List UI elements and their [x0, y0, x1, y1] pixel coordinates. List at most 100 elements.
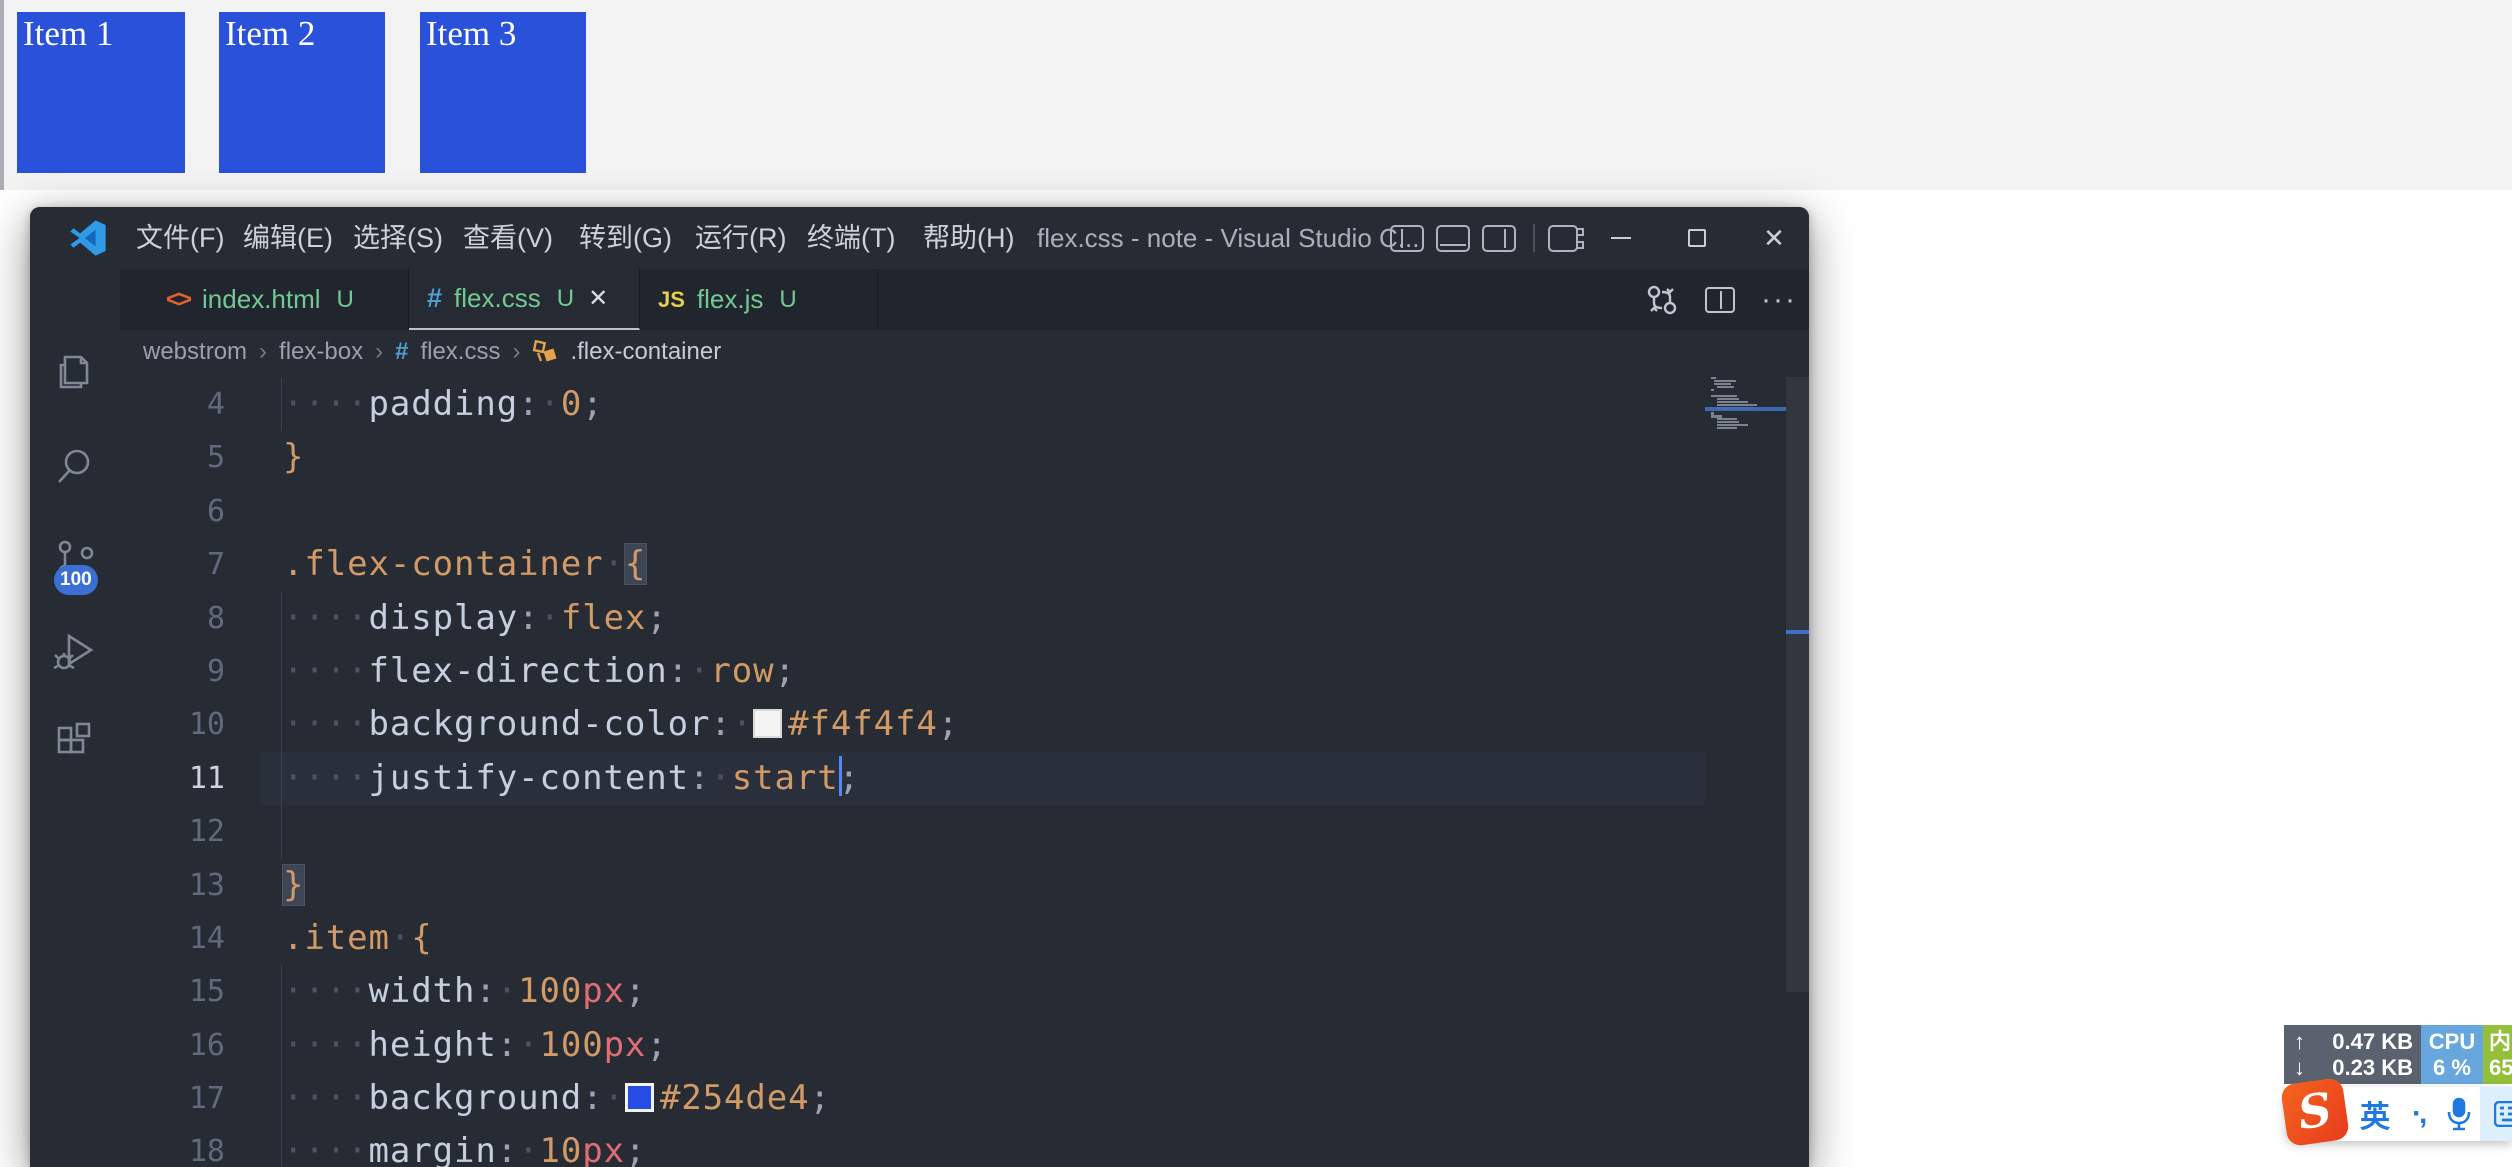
token-ws: ·	[539, 384, 560, 424]
breadcrumb-folder[interactable]: webstrom	[143, 338, 247, 366]
overview-ruler-cursor-mark	[1786, 630, 1809, 634]
tab-close-icon[interactable]: ✕	[588, 284, 608, 313]
split-editor-icon[interactable]	[1705, 287, 1735, 313]
code-line[interactable]: ····background:·#254de4;	[260, 1072, 1705, 1125]
token-val: 0	[561, 384, 582, 424]
toggle-panel-icon[interactable]	[1436, 225, 1470, 252]
sogou-logo-icon[interactable]: S	[2280, 1077, 2350, 1147]
token-punc: ;	[625, 971, 646, 1011]
code-text: ····justify-content:·start;	[283, 752, 860, 805]
tab-flex-js[interactable]: JS flex.js U	[640, 269, 878, 330]
scm-badge: 100	[54, 565, 98, 595]
code-line[interactable]: ····background-color:·#f4f4f4;	[260, 698, 1705, 751]
token-ws: ·	[732, 704, 753, 744]
line-number: 14	[120, 912, 225, 965]
extensions-icon[interactable]	[51, 718, 99, 766]
maximize-button[interactable]	[1664, 207, 1728, 269]
titlebar[interactable]: 文件(F) 编辑(E) 选择(S) 查看(V) 转到(G) 运行(R) 终端(T…	[30, 207, 1809, 269]
code-text: ····flex-direction:·row;	[283, 645, 796, 698]
code-line[interactable]: .item·{	[260, 912, 1705, 965]
minimap-line	[1717, 418, 1737, 420]
webpage-flex-container: Item 1 Item 2 Item 3	[0, 0, 2512, 190]
more-actions-icon[interactable]: ···	[1761, 283, 1797, 317]
color-swatch-blue	[625, 1083, 654, 1112]
run-debug-icon[interactable]	[51, 628, 99, 676]
ime-punctuation-toggle[interactable]: ·,	[2412, 1097, 2424, 1131]
indent-guide	[281, 1019, 282, 1072]
tab-index-html[interactable]: <> index.html U	[148, 269, 409, 330]
code-line[interactable]: ····width:·100px;	[260, 965, 1705, 1018]
keyboard-icon[interactable]	[2494, 1101, 2512, 1127]
menu-file[interactable]: 文件(F)	[130, 207, 230, 269]
flex-item-label: Item 3	[426, 14, 516, 53]
minimap-line	[1717, 427, 1737, 429]
code-line[interactable]: .flex-container·{	[260, 538, 1705, 591]
search-icon[interactable]	[51, 442, 99, 490]
close-button[interactable]: ✕	[1742, 207, 1806, 269]
minimap-line	[1717, 421, 1739, 423]
code-line[interactable]: }	[260, 431, 1705, 484]
code-editor[interactable]: 456789101112131415161718 ····padding:·0;…	[120, 373, 1809, 1167]
flex-item-1: Item 1	[17, 12, 185, 173]
ime-language-toggle[interactable]: 英	[2360, 1092, 2390, 1136]
code-line[interactable]: ····margin:·10px;	[260, 1125, 1705, 1167]
token-punc: :	[518, 598, 539, 638]
network-speed-panel: ↑0.47 KB ↓0.23 KB	[2284, 1025, 2421, 1084]
code-line[interactable]: ····flex-direction:·row;	[260, 645, 1705, 698]
token-prop: display	[368, 598, 518, 638]
code-line[interactable]: ····padding:·0;	[260, 378, 1705, 431]
token-val: 100	[539, 1025, 603, 1065]
token-ws: ····	[283, 1131, 368, 1167]
minimap-line	[1717, 398, 1739, 400]
minimap[interactable]	[1705, 373, 1786, 1167]
color-swatch-white	[753, 709, 782, 738]
code-line[interactable]: ····height:·100px;	[260, 1019, 1705, 1072]
token-punc: :	[518, 384, 539, 424]
microphone-icon[interactable]	[2446, 1097, 2472, 1131]
token-prop: background-color	[368, 704, 710, 744]
menu-view[interactable]: 查看(V)	[457, 207, 559, 269]
code-line[interactable]: ····justify-content:·start;	[260, 752, 1705, 805]
code-text: ····height:·100px;	[283, 1019, 668, 1072]
token-punc: ;	[810, 1078, 831, 1118]
line-number: 8	[120, 592, 225, 645]
code-line[interactable]	[260, 485, 1705, 538]
token-prop: justify-content	[368, 758, 689, 798]
vertical-scrollbar[interactable]	[1786, 373, 1809, 1167]
upload-arrow-icon: ↑	[2294, 1029, 2305, 1055]
toggle-secondary-sidebar-icon[interactable]	[1482, 225, 1516, 252]
code-line[interactable]	[260, 805, 1705, 858]
line-number: 16	[120, 1019, 225, 1072]
line-number: 4	[120, 378, 225, 431]
menu-edit[interactable]: 编辑(E)	[237, 207, 339, 269]
line-number: 11	[120, 752, 225, 805]
token-ws: ·	[604, 1078, 625, 1118]
code-line[interactable]: }	[260, 859, 1705, 912]
breadcrumb-symbol[interactable]: .flex-container	[570, 338, 721, 366]
minimap-line	[1711, 389, 1714, 391]
tab-flex-css[interactable]: # flex.css U ✕	[409, 269, 640, 330]
scrollbar-slider[interactable]	[1786, 377, 1809, 992]
token-ws: ····	[283, 1025, 368, 1065]
toggle-sidebar-icon[interactable]	[1390, 225, 1424, 252]
menu-run[interactable]: 运行(R)	[689, 207, 792, 269]
minimize-button[interactable]	[1588, 207, 1652, 269]
code-text: ····padding:·0;	[283, 378, 604, 431]
code-line[interactable]: ····display:·flex;	[260, 592, 1705, 645]
breadcrumb-file[interactable]: flex.css	[420, 338, 500, 366]
customize-layout-icon[interactable]	[1548, 225, 1578, 252]
upload-speed: 0.47 KB	[2332, 1029, 2413, 1055]
open-changes-icon[interactable]	[1645, 283, 1679, 317]
explorer-icon[interactable]	[51, 347, 99, 395]
menu-goto[interactable]: 转到(G)	[573, 207, 678, 269]
line-number: 7	[120, 538, 225, 591]
menu-select[interactable]: 选择(S)	[347, 207, 449, 269]
breadcrumb-folder[interactable]: flex-box	[279, 338, 363, 366]
memory-value: 65	[2489, 1055, 2512, 1081]
token-punc: :	[475, 971, 496, 1011]
line-number: 10	[120, 698, 225, 751]
menu-terminal[interactable]: 终端(T)	[801, 207, 901, 269]
token-ws: ·	[604, 544, 625, 584]
code-lines[interactable]: ····padding:·0;}.flex-container·{····dis…	[260, 378, 1705, 1167]
menu-help[interactable]: 帮助(H)	[917, 207, 1020, 269]
